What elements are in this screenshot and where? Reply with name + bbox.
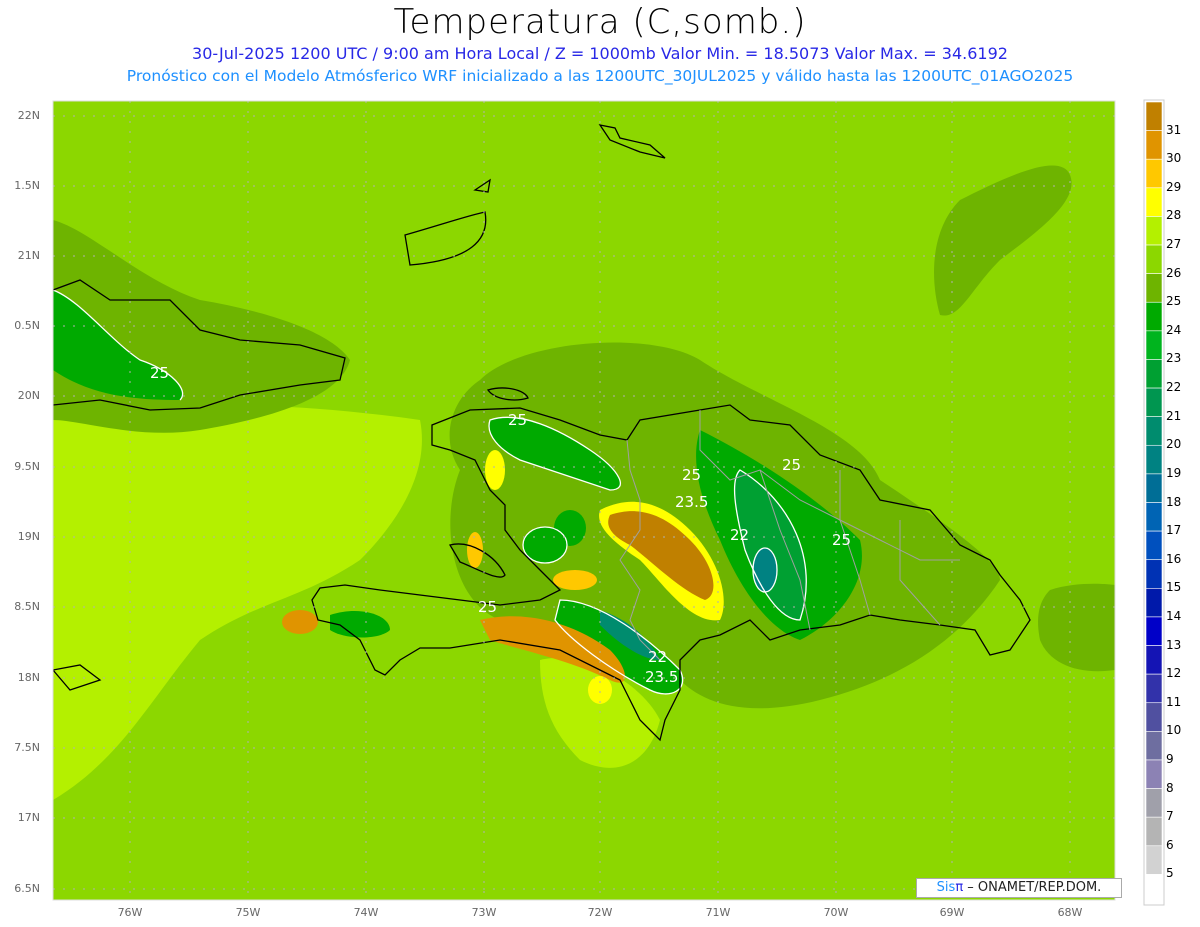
colorbar-label: 27: [1166, 237, 1182, 252]
colorbar-label: 28: [1166, 208, 1182, 223]
colorbar-swatch: [1145, 845, 1163, 875]
colorbar-swatch: [1145, 616, 1163, 646]
colorbar-label: 9: [1166, 751, 1174, 766]
temperature-map: 25 25 25 25 25 23.5 22 22 23.5 25: [52, 99, 1165, 906]
colorbar-label: 21: [1166, 408, 1182, 423]
contour-label: 25: [150, 364, 169, 382]
colorbar-swatch: [1145, 301, 1163, 332]
lat-tick-label: 19N: [17, 530, 40, 543]
colorbar-swatch: [1145, 731, 1163, 761]
colorbar-swatch: [1145, 244, 1163, 274]
lon-tick-label: 72W: [587, 906, 613, 919]
lat-tick-label: 22N: [17, 109, 40, 122]
lat-tick-label: 17N: [17, 811, 40, 824]
contour-label: 25: [832, 531, 851, 549]
colorbar-swatch: [1145, 473, 1163, 503]
shade-29-port: [553, 570, 597, 590]
lat-tick-label: 18N: [17, 671, 40, 684]
colorbar-label: 23: [1166, 351, 1182, 366]
contour-label: 25: [478, 598, 497, 616]
colorbar-label: 22: [1166, 380, 1182, 395]
credit-text: – ONAMET/REP.DOM.: [967, 880, 1102, 895]
colorbar-label: 19: [1166, 465, 1182, 480]
colorbar-swatch: [1145, 444, 1163, 475]
contour-label: 23.5: [645, 668, 678, 686]
colorbar-swatch: [1145, 588, 1163, 618]
colorbar-label: 12: [1166, 666, 1182, 681]
lat-tick-label: 8.5N: [14, 600, 40, 613]
credit-pi: π: [955, 880, 964, 895]
lat-tick-label: 21N: [17, 249, 40, 262]
contour-label: 23.5: [675, 493, 708, 511]
colorbar-label: 15: [1166, 580, 1182, 595]
colorbar-swatch: [1145, 187, 1163, 217]
colorbar-label: 5: [1166, 866, 1174, 881]
lat-tick-label: 6.5N: [14, 882, 40, 895]
contour-label: 22: [730, 526, 749, 544]
lon-tick-label: 71W: [705, 906, 731, 919]
colorbar-label: 26: [1166, 265, 1182, 280]
colorbar-swatch: [1145, 530, 1163, 561]
colorbar-swatch: [1145, 387, 1163, 417]
colorbar-label: 17: [1166, 523, 1182, 538]
colorbar-swatch: [1145, 874, 1163, 904]
shade-30-west-tip: [282, 610, 318, 634]
contour-label: 25: [682, 466, 701, 484]
colorbar: [1143, 99, 1165, 906]
lon-tick-label: 73W: [471, 906, 497, 919]
colorbar-swatch: [1145, 673, 1163, 704]
colorbar-label: 7: [1166, 809, 1174, 824]
colorbar-label: 10: [1166, 723, 1182, 738]
shade-28-northwest: [485, 450, 505, 490]
colorbar-swatch: [1145, 216, 1163, 246]
lon-tick-label: 74W: [353, 906, 379, 919]
colorbar-label: 13: [1166, 637, 1182, 652]
credit-sis: Sis: [936, 880, 956, 895]
colorbar-swatch: [1145, 359, 1163, 389]
contour-label: 22: [648, 648, 667, 666]
colorbar-swatch: [1145, 816, 1163, 847]
lat-tick-label: 20N: [17, 389, 40, 402]
colorbar-swatch: [1145, 559, 1163, 589]
colorbar-label: 11: [1166, 694, 1182, 709]
colorbar-swatch: [1145, 759, 1163, 789]
colorbar-label: 16: [1166, 551, 1182, 566]
colorbar-swatch: [1145, 101, 1163, 131]
colorbar-label: 24: [1166, 322, 1182, 337]
colorbar-swatch: [1145, 416, 1163, 446]
lon-tick-label: 76W: [117, 906, 143, 919]
lat-tick-label: 0.5N: [14, 319, 40, 332]
shade-28-south-coast: [588, 676, 612, 704]
lon-tick-label: 75W: [235, 906, 261, 919]
colorbar-label: 14: [1166, 608, 1182, 623]
shade-25-central-haiti-2: [554, 510, 586, 546]
colorbar-label: 29: [1166, 179, 1182, 194]
colorbar-swatch: [1145, 330, 1163, 360]
colorbar-swatch: [1145, 788, 1163, 818]
colorbar-swatch: [1145, 702, 1163, 732]
lon-tick-label: 69W: [939, 906, 965, 919]
colorbar-label: 31: [1166, 122, 1182, 137]
contour-label: 25: [508, 411, 527, 429]
contour-label: 25: [782, 456, 801, 474]
colorbar-swatch: [1145, 130, 1163, 160]
colorbar-label: 18: [1166, 494, 1182, 509]
lat-tick-label: 9.5N: [14, 460, 40, 473]
colorbar-label: 30: [1166, 151, 1182, 166]
lat-tick-label: 1.5N: [14, 179, 40, 192]
lon-tick-label: 70W: [823, 906, 849, 919]
colorbar-label: 20: [1166, 437, 1182, 452]
colorbar-label: 6: [1166, 837, 1174, 852]
colorbar-swatch: [1145, 273, 1163, 303]
colorbar-label: 25: [1166, 294, 1182, 309]
credit-box: Sisπ – ONAMET/REP.DOM.: [916, 878, 1122, 898]
colorbar-swatch: [1145, 502, 1163, 532]
lon-tick-label: 68W: [1057, 906, 1083, 919]
lat-tick-label: 7.5N: [14, 741, 40, 754]
colorbar-swatch: [1145, 645, 1163, 675]
colorbar-swatch: [1145, 158, 1163, 189]
colorbar-label: 8: [1166, 780, 1174, 795]
